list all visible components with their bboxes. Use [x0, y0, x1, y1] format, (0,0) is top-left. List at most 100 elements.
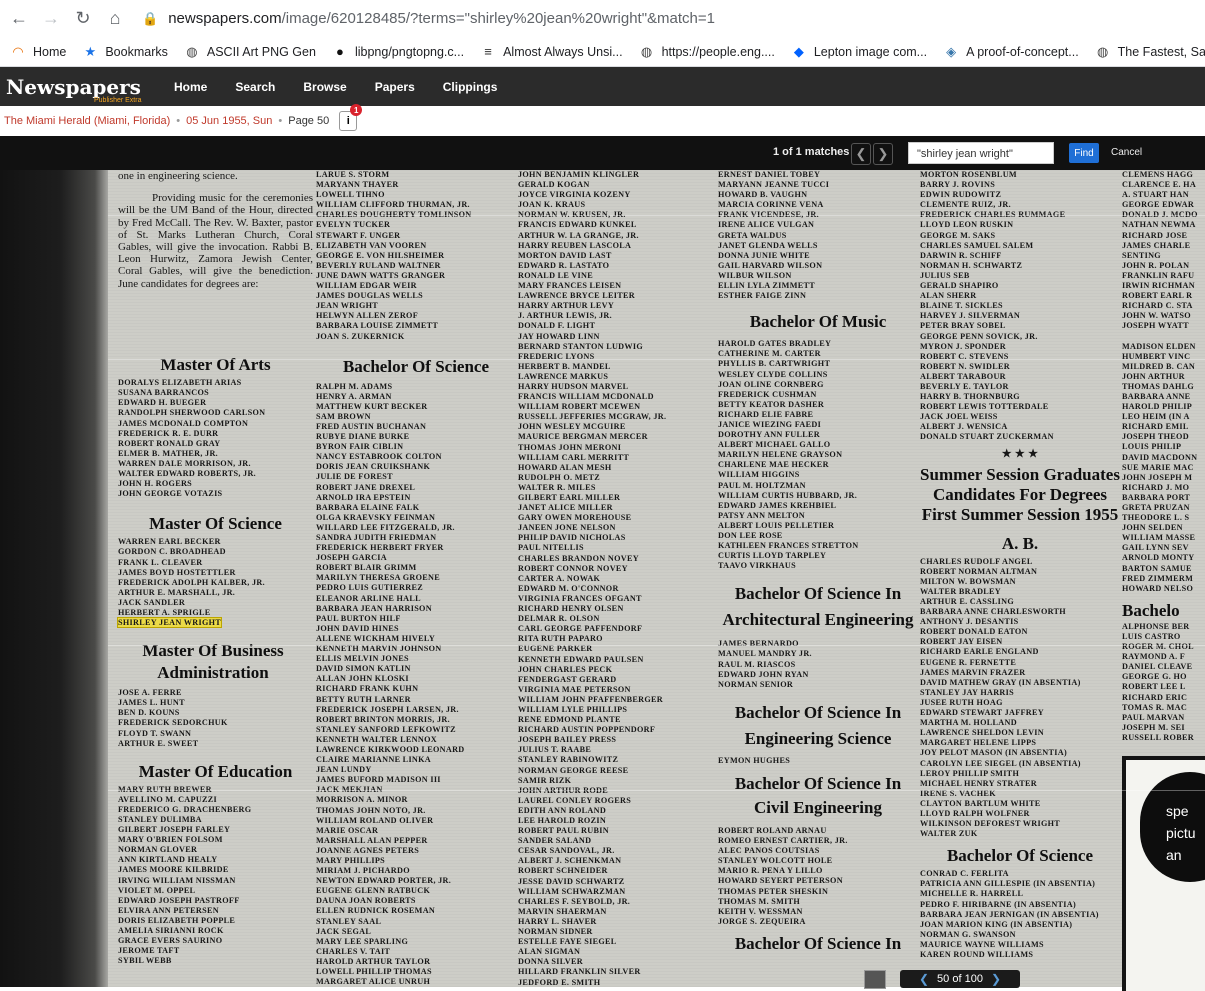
cancel-button[interactable]: Cancel [1111, 147, 1142, 158]
graduate-name: STANLEY SANFORD LEFKOWITZ [316, 724, 456, 734]
dropbox-icon: ◆ [793, 43, 804, 59]
graduate-name: NORMAN GEORGE REESE [518, 765, 629, 775]
graduate-name: DARWIN R. SCHIFF [920, 250, 1002, 260]
graduate-name: BARBARA JEAN HARRISON [316, 603, 432, 613]
graduate-name: ROBERT PAUL RUBIN [518, 826, 609, 836]
ad-line: pictu [1166, 825, 1196, 841]
graduate-name: GRACE EVERS SAURINO [118, 936, 223, 946]
next-match-button[interactable]: ❯ [873, 143, 893, 165]
graduate-name: EDWIN RUDOWITZ [920, 190, 1002, 200]
publication-link[interactable]: The Miami Herald (Miami, Florida) [4, 115, 170, 127]
graduate-name: GERALD SHAPIRO [920, 281, 999, 291]
bookmark-item[interactable]: ◆ Lepton image com... [791, 44, 927, 60]
graduate-name: ALPHONSE BER [1122, 621, 1190, 631]
graduate-name: ALBERT TARABOUR [920, 371, 1006, 381]
graduate-name: FRANKLIN RAFU [1122, 270, 1195, 280]
nav-clippings[interactable]: Clippings [443, 80, 498, 94]
graduate-name: EYMON HUGHES [718, 755, 791, 765]
bookmark-item[interactable]: ◍ The Fastest, Safest... [1095, 44, 1205, 60]
graduate-name: HUMBERT VINC [1122, 351, 1191, 361]
graduate-name: CHARLES BRANDON NOVEY [518, 553, 639, 563]
graduate-name: MARIO R. PENA Y LILLO [718, 866, 823, 876]
viewer-guide-line [108, 645, 1205, 646]
graduate-name: JAMES CHARLE [1122, 240, 1191, 250]
bookmark-item[interactable]: ◈ A proof-of-concept... [943, 44, 1079, 60]
graduate-name: ROBERT BRINTON MORRIS, JR. [316, 714, 450, 724]
bookmark-item[interactable]: ● libpng/pngtopng.c... [332, 44, 464, 60]
bookmark-label: ASCII Art PNG Gen [206, 44, 316, 59]
nav-home[interactable]: Home [174, 80, 207, 94]
date-link[interactable]: 05 Jun 1955, Sun [186, 115, 272, 127]
graduate-name: SAM BROWN [316, 411, 371, 421]
graduate-name: SUSANA BARRANCOS [118, 388, 210, 398]
graduate-name: IRVING WILLIAM NISSMAN [118, 875, 236, 885]
bookmark-label: Bookmarks [105, 44, 168, 59]
find-button[interactable]: Find [1069, 143, 1099, 163]
graduate-name: LAUREL CONLEY ROGERS [518, 795, 632, 805]
graduate-name: TAAVO VIRKHAUS [718, 561, 796, 571]
thumbnail-icon[interactable] [864, 970, 886, 989]
newspapers-logo[interactable]: Newspapers Publisher Extra [6, 75, 146, 104]
graduate-name: CHARLENE MAE HECKER [718, 460, 829, 470]
star-icon: ★ [84, 43, 97, 59]
graduate-name: CARL GEORGE PAFFENDORF [518, 624, 643, 634]
graduate-name: STEWART F. UNGER [316, 230, 401, 240]
graduate-name: EDWARD H. BUEGER [118, 398, 207, 408]
prev-match-button[interactable]: ❮ [851, 143, 871, 165]
address-bar[interactable]: 🔒 newspapers.com/image/620128485/?terms=… [142, 10, 715, 27]
forward-icon[interactable]: → [38, 6, 64, 32]
graduate-name: ELMER B. MATHER, JR. [118, 448, 219, 458]
graduate-name: BARRY J. ROVINS [920, 180, 996, 190]
graduate-name: WILBUR WILSON [718, 270, 792, 280]
graduate-name: WARREN DALE MORRISON, JR. [118, 458, 251, 468]
graduate-name: BEVERLY RULAND WALTNER [316, 260, 441, 270]
page-number: Page 50 [288, 115, 330, 127]
graduate-name: JANET GLENDA WELLS [718, 240, 818, 250]
graduate-name: NORMAN SENIOR [718, 679, 794, 689]
graduate-name: GAIL LYNN SEV [1122, 543, 1189, 553]
graduate-name: WILLIAM MASSE [1122, 533, 1196, 543]
github-icon: ● [336, 44, 344, 59]
nav-papers[interactable]: Papers [375, 80, 415, 94]
graduate-name: ARTHUR E. CASSLING [920, 597, 1015, 606]
next-page-icon[interactable]: ❯ [991, 972, 1001, 986]
search-input[interactable]: "shirley jean wright" [908, 142, 1054, 164]
bookmark-item[interactable]: ◍ https://people.eng.... [639, 44, 775, 60]
bookmark-item[interactable]: ◠ Home [10, 44, 66, 60]
bookmark-item[interactable]: ◍ ASCII Art PNG Gen [184, 44, 316, 60]
search-highlight[interactable]: SHIRLEY JEAN WRIGHT [116, 617, 223, 629]
graduate-name: EVELYN TUCKER [316, 220, 391, 230]
graduate-name: JANET ALICE MILLER [518, 503, 613, 513]
reload-icon[interactable]: ↻ [70, 6, 96, 32]
ad-line: an [1166, 847, 1182, 863]
nav-browse[interactable]: Browse [303, 80, 346, 94]
list-icon: ≡ [484, 44, 492, 59]
graduate-name: WALTER R. MILES [518, 482, 596, 492]
back-icon[interactable]: ← [6, 6, 32, 32]
graduate-name: ROBERT BLAIR GRIMM [316, 563, 417, 573]
graduate-name: JACK SEGAL [316, 926, 372, 936]
graduate-name: SANDER SALAND [518, 836, 592, 846]
info-button[interactable]: i 1 [339, 104, 363, 131]
heading-bachelor-col6: Bachelo [1122, 600, 1180, 620]
nav-search[interactable]: Search [235, 80, 275, 94]
home-icon[interactable]: ⌂ [102, 6, 128, 32]
graduate-name: JOHN BENJAMIN KLINGLER [518, 170, 640, 179]
bookmark-item[interactable]: ≡ Almost Always Unsi... [480, 44, 622, 60]
graduate-name: ALBERT LOUIS PELLETIER [718, 520, 835, 530]
bookmark-item[interactable]: ★ Bookmarks [82, 44, 168, 60]
graduate-name: SAMIR RIZK [518, 775, 572, 785]
prev-page-icon[interactable]: ❮ [919, 972, 929, 986]
graduate-name: ARNOLD IRA EPSTEIN [316, 492, 411, 502]
graduate-name: HAROLD PHILIP [1122, 402, 1193, 412]
graduate-name: JAMES BOYD HOSTETTLER [118, 567, 236, 577]
graduate-name: JAY HOWARD LINN [518, 331, 600, 341]
graduate-name: GEORGE G. HO [1122, 672, 1187, 682]
graduate-name: STANLEY WOLCOTT HOLE [718, 856, 833, 866]
graduate-name: MARY O'BRIEN FOLSOM [118, 835, 223, 845]
graduate-name: JOHN W. WATSO [1122, 311, 1191, 321]
graduate-name: JOSEPH BAILEY PRESS [518, 735, 617, 745]
graduate-name: GERALD KOGAN [518, 180, 590, 190]
graduate-name: RICHARD EARLE ENGLAND [920, 647, 1039, 657]
graduate-name: DONALD STUART ZUCKERMAN [920, 432, 1054, 442]
